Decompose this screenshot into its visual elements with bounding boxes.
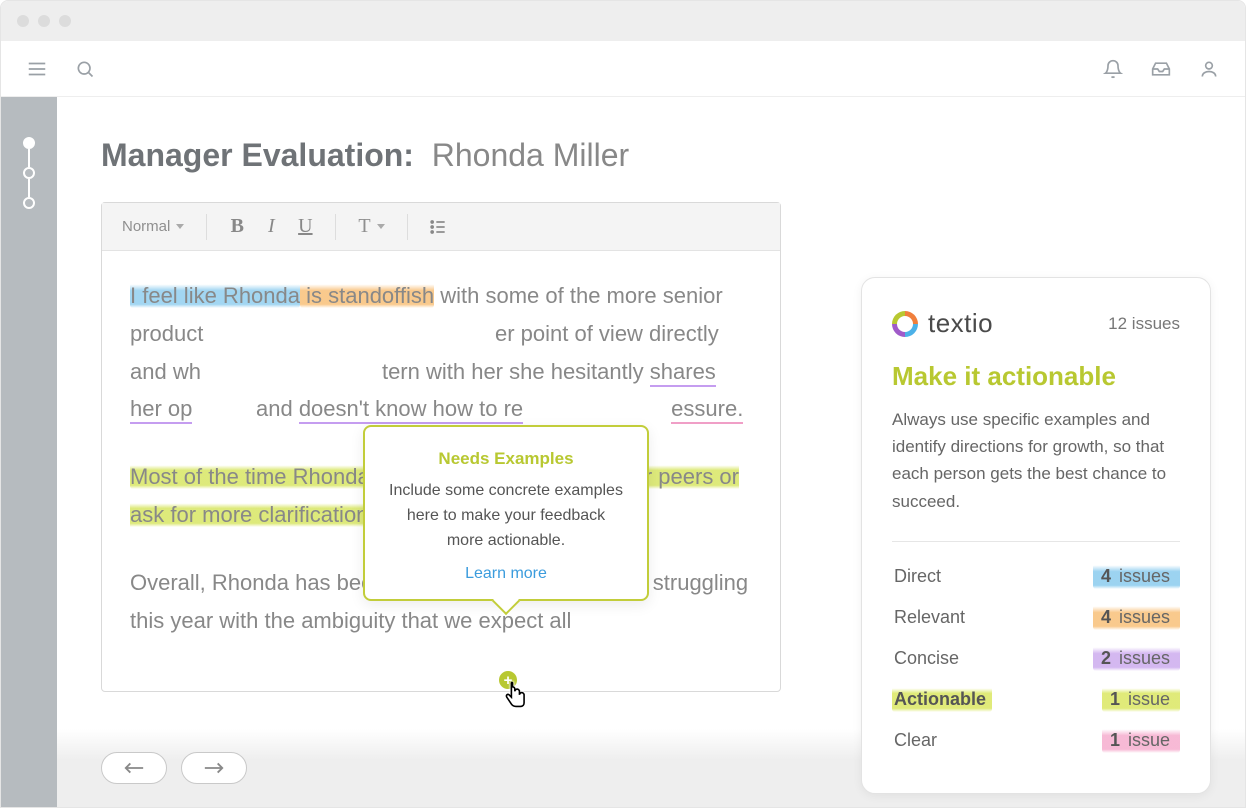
- bold-button[interactable]: B: [223, 213, 251, 241]
- close-window-dot[interactable]: [17, 15, 29, 27]
- prev-button[interactable]: [101, 752, 167, 784]
- title-name: Rhonda Miller: [432, 137, 629, 173]
- issue-row-clear[interactable]: Clear 1issue: [892, 728, 1180, 753]
- issue-label: Actionable: [892, 687, 992, 712]
- app-window: Manager Evaluation: Rhonda Miller Normal…: [0, 0, 1246, 808]
- issue-label: Clear: [892, 728, 943, 753]
- issue-category-list: Direct 4issues Relevant 4issues Concise 2issu…: [892, 564, 1180, 753]
- user-icon[interactable]: [1197, 57, 1221, 81]
- italic-button[interactable]: I: [257, 213, 285, 241]
- issue-row-actionable[interactable]: Actionable 1issue: [892, 687, 1180, 712]
- paragraph-1: I feel like Rhonda is standoffish with s…: [130, 277, 752, 428]
- insights-card: textio 12 issues Make it actionable Alwa…: [861, 277, 1211, 794]
- page-title: Manager Evaluation: Rhonda Miller: [101, 137, 1205, 174]
- card-heading: Make it actionable: [892, 361, 1180, 392]
- underline-clear[interactable]: essure.: [671, 396, 743, 424]
- zoom-window-dot[interactable]: [59, 15, 71, 27]
- issue-badge: 4issues: [1093, 605, 1180, 630]
- chevron-down-icon: [176, 224, 184, 229]
- highlight-direct[interactable]: I feel like Rhonda: [130, 283, 300, 308]
- minimize-window-dot[interactable]: [38, 15, 50, 27]
- issue-label: Relevant: [892, 605, 971, 630]
- underline-concise[interactable]: doesn't know how to re: [299, 396, 523, 424]
- tooltip-body: Include some concrete examples here to m…: [387, 479, 625, 553]
- textio-ring-icon: [892, 311, 918, 337]
- issue-row-relevant[interactable]: Relevant 4issues: [892, 605, 1180, 630]
- underline-button[interactable]: U: [291, 213, 319, 241]
- window-titlebar: [1, 1, 1245, 41]
- step-connector: [28, 179, 30, 197]
- next-button[interactable]: [181, 752, 247, 784]
- issue-badge: 1issue: [1102, 687, 1180, 712]
- issue-badge: 2issues: [1093, 646, 1180, 671]
- bell-icon[interactable]: [1101, 57, 1125, 81]
- step-dot-3[interactable]: [23, 197, 35, 209]
- tooltip-title: Needs Examples: [387, 449, 625, 469]
- brand-name: textio: [928, 308, 993, 339]
- highlight-relevant[interactable]: is standoffish: [300, 283, 434, 308]
- card-header: textio 12 issues: [892, 308, 1180, 339]
- step-dot-1[interactable]: [23, 137, 35, 149]
- total-issues: 12 issues: [1108, 314, 1180, 334]
- step-connector: [28, 149, 30, 167]
- search-icon[interactable]: [73, 57, 97, 81]
- chevron-down-icon: [377, 224, 385, 229]
- brand-logo: textio: [892, 308, 993, 339]
- cursor-pointer-icon: [502, 681, 530, 718]
- hamburger-menu-icon[interactable]: [25, 57, 49, 81]
- step-dot-2[interactable]: [23, 167, 35, 179]
- paragraph-style-dropdown[interactable]: Normal: [116, 218, 190, 235]
- editor-toolbar: Normal B I U T: [102, 203, 780, 251]
- issue-row-concise[interactable]: Concise 2issues: [892, 646, 1180, 671]
- issue-badge: 1issue: [1102, 728, 1180, 753]
- card-divider: [892, 541, 1180, 542]
- issue-label: Concise: [892, 646, 965, 671]
- card-description: Always use specific examples and identif…: [892, 406, 1180, 515]
- step-rail: [1, 97, 57, 807]
- suggestion-tooltip: Needs Examples Include some concrete exa…: [363, 425, 649, 601]
- inbox-icon[interactable]: [1149, 57, 1173, 81]
- bullet-list-button[interactable]: [424, 213, 452, 241]
- title-prefix: Manager Evaluation: [101, 137, 403, 173]
- learn-more-link[interactable]: Learn more: [387, 565, 625, 583]
- issue-label: Direct: [892, 564, 947, 589]
- text-format-dropdown[interactable]: T: [352, 215, 390, 238]
- top-nav: [1, 41, 1245, 97]
- issue-badge: 4issues: [1093, 564, 1180, 589]
- issue-row-direct[interactable]: Direct 4issues: [892, 564, 1180, 589]
